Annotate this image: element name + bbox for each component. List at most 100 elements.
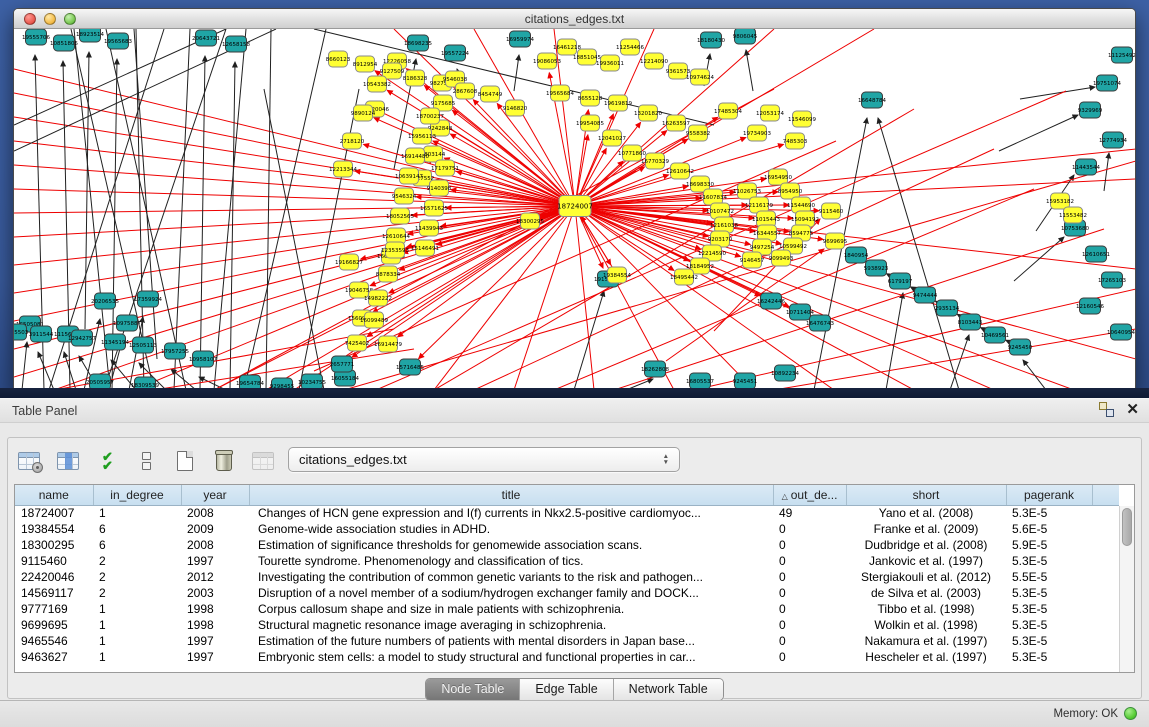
table-row[interactable]: 1456911722003Disruption of a novel membe…	[15, 585, 1119, 601]
table-cell[interactable]: 5.9E-5	[1006, 537, 1092, 553]
graph-node[interactable]: 16770329	[641, 153, 669, 169]
graph-node[interactable]: 8186328	[403, 70, 428, 86]
graph-edge-black[interactable]	[878, 118, 959, 390]
graph-node[interactable]: 8655128	[578, 90, 603, 106]
row-height-button[interactable]	[133, 448, 159, 474]
table-cell[interactable]: 0	[773, 553, 846, 569]
table-row[interactable]: 1830029562008Estimation of significance …	[15, 537, 1119, 553]
network-canvas[interactable]: 1955570610851805189235141956568320643721…	[14, 29, 1136, 390]
table-cell[interactable]: Changes of HCN gene expression and I(f) …	[249, 505, 773, 521]
graph-node[interactable]: 10469561	[981, 327, 1009, 343]
graph-edge-black[interactable]	[1014, 237, 1064, 281]
table-cell[interactable]: 6	[93, 521, 181, 537]
graph-node[interactable]: 16805537	[686, 373, 714, 389]
table-cell[interactable]: 2009	[181, 521, 249, 537]
graph-node[interactable]: 19751074	[1093, 75, 1121, 91]
graph-node[interactable]: 8660123	[326, 51, 351, 67]
table-cell[interactable]: 2012	[181, 569, 249, 585]
table-cell[interactable]: Disruption of a novel member of a sodium…	[249, 585, 773, 601]
table-cell[interactable]: Structural magnetic resonance image aver…	[249, 617, 773, 633]
graph-node[interactable]: 19936011	[596, 55, 624, 71]
table-cell[interactable]: 5.3E-5	[1006, 633, 1092, 649]
table-cell[interactable]: Tibbo et al. (1998)	[846, 601, 1006, 617]
graph-node[interactable]: 9245450	[1008, 339, 1033, 355]
graph-node[interactable]: 12610642	[666, 163, 694, 179]
table-cell[interactable]: 49	[773, 505, 846, 521]
graph-node[interactable]: 12213344	[329, 161, 357, 177]
graph-node[interactable]: 12610651	[1082, 246, 1110, 262]
table-cell[interactable]: 5.3E-5	[1006, 585, 1092, 601]
graph-node[interactable]: 18698235	[404, 35, 432, 51]
graph-edge-black[interactable]	[514, 55, 519, 91]
table-cell[interactable]: 5.3E-5	[1006, 601, 1092, 617]
table-cell[interactable]: 5.5E-5	[1006, 569, 1092, 585]
graph-node[interactable]: 9558382	[686, 125, 711, 141]
table-cell[interactable]: 5.3E-5	[1006, 649, 1092, 665]
select-columns-button[interactable]	[55, 448, 81, 474]
table-cell[interactable]: Estimation of significance thresholds fo…	[249, 537, 773, 553]
graph-node[interactable]: 10640954	[1107, 324, 1135, 340]
graph-node[interactable]: 16648784	[858, 92, 886, 108]
graph-node[interactable]: 19166827	[335, 254, 363, 270]
table-cell[interactable]: Genome-wide association studies in ADHD.	[249, 521, 773, 537]
table-cell[interactable]: de Silva et al. (2003)	[846, 585, 1006, 601]
graph-node[interactable]: 20643721	[192, 30, 220, 46]
graph-edge-red[interactable]	[419, 206, 575, 359]
table-cell[interactable]: 18300295	[15, 537, 93, 553]
graph-node[interactable]: 9140398	[427, 180, 452, 196]
table-cell[interactable]: 0	[773, 601, 846, 617]
delete-columns-button[interactable]	[211, 448, 237, 474]
table-cell[interactable]: 2008	[181, 505, 249, 521]
table-cell[interactable]: 1997	[181, 649, 249, 665]
graph-node[interactable]: 6179197	[888, 273, 913, 289]
table-cell[interactable]: 1	[93, 617, 181, 633]
table-scrollbar[interactable]	[1119, 506, 1134, 672]
graph-node[interactable]: 7485303	[783, 133, 808, 149]
graph-node[interactable]: 19654784	[236, 375, 264, 390]
graph-edge-black[interactable]	[1020, 87, 1095, 99]
graph-node[interactable]: 16476743	[806, 315, 834, 331]
table-row[interactable]: 2242004622012Investigating the contribut…	[15, 569, 1119, 585]
graph-edge-black[interactable]	[174, 29, 190, 390]
table-row[interactable]: 946362711997Embryonic stem cells: a mode…	[15, 649, 1119, 665]
graph-node[interactable]: 10234755	[298, 374, 326, 390]
graph-node[interactable]: 19555706	[22, 29, 50, 45]
graph-node[interactable]: 12041027	[598, 130, 626, 146]
graph-edge-black[interactable]	[136, 29, 144, 390]
tab-node-table[interactable]: Node Table	[426, 679, 520, 700]
graph-edge-red[interactable]	[14, 189, 575, 206]
graph-node[interactable]: 17957255	[161, 343, 189, 359]
column-visibility-button[interactable]: ✔✔	[94, 448, 120, 474]
table-scrollbar-thumb[interactable]	[1122, 508, 1132, 546]
float-panel-icon[interactable]	[1099, 402, 1114, 417]
table-cell[interactable]: 6	[93, 537, 181, 553]
graph-edge-black[interactable]	[230, 62, 235, 390]
graph-node[interactable]: 11443544	[1072, 159, 1100, 175]
graph-edge-red[interactable]	[581, 216, 617, 275]
graph-node[interactable]: 9806045	[733, 29, 758, 44]
table-cell[interactable]: 2	[93, 585, 181, 601]
column-header-year[interactable]: year	[181, 485, 249, 505]
table-cell[interactable]: Tourette syndrome. Phenomenology and cla…	[249, 553, 773, 569]
graph-edge-black[interactable]	[264, 89, 324, 390]
table-cell[interactable]: Corpus callosum shape and size in male p…	[249, 601, 773, 617]
graph-node[interactable]: 18923514	[76, 29, 104, 42]
graph-node[interactable]: 15716485	[396, 359, 424, 375]
graph-node[interactable]: 9361573	[666, 63, 691, 79]
graph-node[interactable]: 11546099	[788, 111, 816, 127]
graph-node[interactable]: 2657771	[330, 356, 355, 372]
graph-node[interactable]: 12505113	[129, 337, 157, 353]
graph-node[interactable]: 9546324	[392, 188, 417, 204]
table-cell[interactable]: 5.3E-5	[1006, 617, 1092, 633]
column-header-title[interactable]: title	[249, 485, 773, 505]
graph-edge-black[interactable]	[22, 342, 27, 390]
table-cell[interactable]: 2008	[181, 537, 249, 553]
graph-node[interactable]: 17485304	[714, 103, 742, 119]
graph-edge-red[interactable]	[14, 206, 575, 377]
graph-edge-black[interactable]	[214, 29, 246, 390]
table-cell[interactable]: 0	[773, 633, 846, 649]
graph-node[interactable]: 16242446	[757, 293, 785, 309]
table-cell[interactable]: 0	[773, 521, 846, 537]
table-cell[interactable]: 1	[93, 601, 181, 617]
table-cell[interactable]: Dudbridge et al. (2008)	[846, 537, 1006, 553]
